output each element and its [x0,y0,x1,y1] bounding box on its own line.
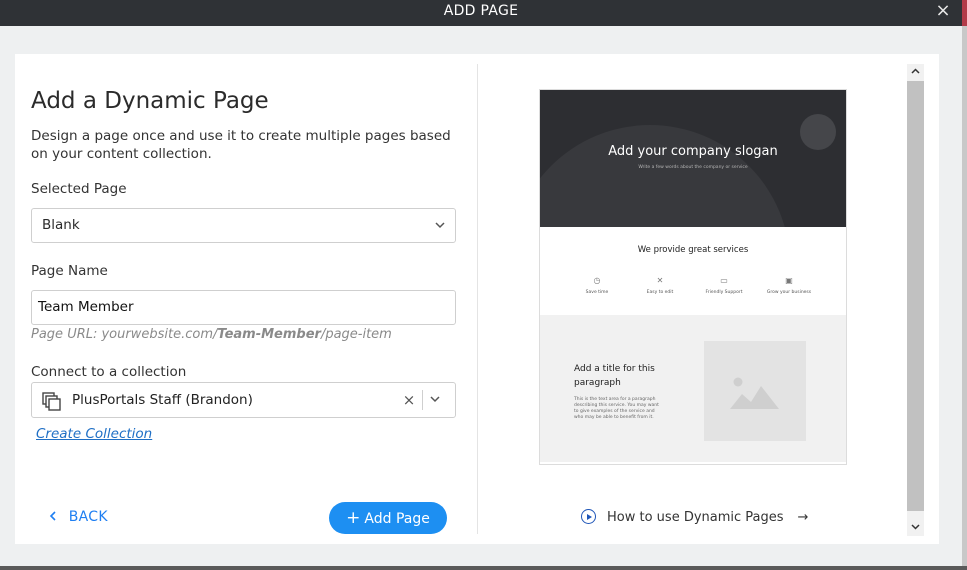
page-description: Design a page once and use it to create … [31,128,451,162]
preview-services-title: We provide great services [637,245,749,255]
clock-icon: ◷ [593,276,601,285]
scroll-up-icon[interactable] [907,64,924,80]
back-button[interactable]: BACK [49,509,108,525]
selected-page-value: Blank [42,217,80,233]
collection-select[interactable]: PlusPortals Staff (Brandon) × [31,382,456,418]
selected-page-label: Selected Page [31,181,127,197]
image-placeholder [704,341,806,441]
preview-paragraph-title: Add a title for this paragraph [574,364,655,388]
page-url-hint: Page URL: yourwebsite.com/Team-Member/pa… [31,327,392,342]
arrow-right-icon: → [797,510,809,525]
service-label: Friendly Support [705,290,743,295]
select-separator [422,390,423,410]
chevron-left-icon [49,509,61,525]
plus-icon: + [346,508,361,528]
url-prefix: Page URL: yourwebsite.com/ [31,327,218,342]
dialog-title-bar: ADD PAGE [0,0,962,26]
page-name-input[interactable]: Team Member [31,290,456,325]
preview-hero: Add your company slogan Write a few word… [540,90,846,227]
page-name-label: Page Name [31,263,108,279]
collection-value: PlusPortals Staff (Brandon) [72,392,253,408]
page-name-value: Team Member [38,299,134,315]
preview-slogan: Add your company slogan [608,144,778,159]
collection-icon [42,391,62,411]
how-to-label: How to use Dynamic Pages [607,510,784,525]
tools-icon: ✕ [656,276,664,285]
collection-label: Connect to a collection [31,364,187,380]
add-page-label: Add Page [364,511,430,527]
selected-page-dropdown[interactable]: Blank [31,208,456,243]
service-label: Easy to edit [646,290,674,295]
chart-icon: ▣ [785,276,793,285]
window-bottom-edge [0,566,967,570]
chat-icon: ▭ [720,276,728,285]
scroll-down-icon[interactable] [907,520,924,536]
template-preview: Add your company slogan Write a few word… [539,89,847,465]
service-item: ✕ Easy to edit [625,276,695,295]
scrollbar-thumb[interactable] [907,81,924,511]
dialog-title: ADD PAGE [443,3,519,19]
service-label: Grow your business [766,290,812,295]
panel-divider [477,64,478,534]
page-heading: Add a Dynamic Page [31,88,269,114]
service-item: ◷ Save time [562,276,632,295]
add-page-dialog: Add a Dynamic Page Design a page once an… [15,54,939,544]
service-label: Save time [585,290,609,295]
service-item: ▭ Friendly Support [689,276,759,295]
chevron-down-icon [433,209,447,242]
hero-decoration [540,125,790,227]
clear-icon[interactable]: × [402,383,416,417]
close-icon[interactable]: × [933,1,953,21]
play-icon [581,509,596,524]
preview-paragraph-body: This is the text area for a paragraph de… [574,397,659,420]
image-icon [730,377,779,409]
scrollbar[interactable] [907,64,924,536]
preview-paragraph-section: Add a title for this paragraph This is t… [540,315,846,462]
how-to-link[interactable]: How to use Dynamic Pages → [581,509,809,525]
chevron-down-icon[interactable] [428,383,442,417]
url-slug: Team-Member [217,327,321,342]
title-bar-accent [962,0,967,26]
url-suffix: /page-item [320,327,392,342]
create-collection-link[interactable]: Create Collection [36,426,152,442]
window-edge [962,26,967,570]
back-label: BACK [68,509,108,525]
add-page-button[interactable]: + Add Page [329,502,447,534]
preview-slogan-sub: Write a few words about the company or s… [638,165,748,170]
service-item: ▣ Grow your business [754,276,824,295]
